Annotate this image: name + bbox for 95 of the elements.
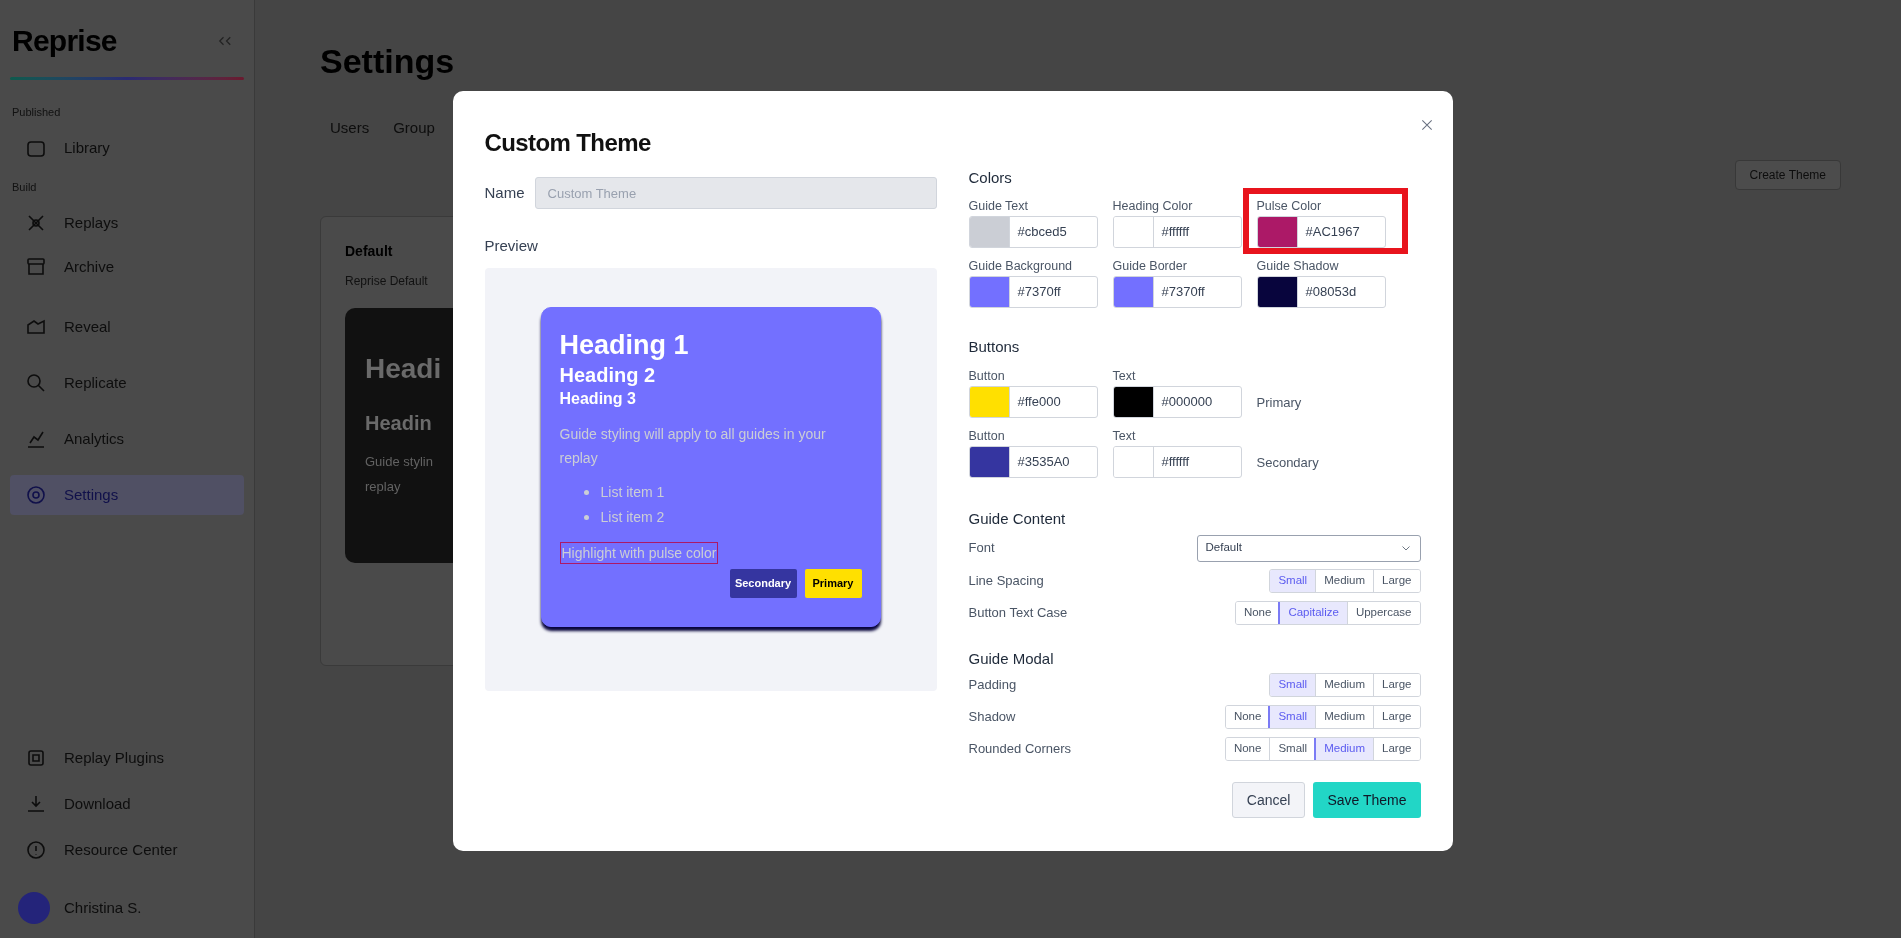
section-heading: Guide Content xyxy=(968,509,1067,529)
avatar xyxy=(18,892,50,924)
option-label: Padding xyxy=(968,676,1017,695)
option-label: Line Spacing xyxy=(968,571,1044,590)
list-item: List item 2 xyxy=(600,507,665,527)
field-label: Guide Background xyxy=(968,257,1074,274)
preview-heading: Headin xyxy=(365,410,432,436)
section-heading: Guide Modal xyxy=(968,648,1055,669)
bullet xyxy=(583,489,589,495)
field-label: Text xyxy=(1112,368,1137,384)
segment-option[interactable]: Medium xyxy=(1315,738,1374,760)
color-field[interactable]: #ffffff xyxy=(1112,446,1242,478)
option-label: Shadow xyxy=(968,708,1016,727)
segment-option[interactable]: Small xyxy=(1270,569,1316,592)
color-field[interactable]: #08053d xyxy=(1256,275,1386,308)
dropdown-value: Default xyxy=(1205,540,1242,556)
preview-heading: Headi xyxy=(365,351,442,386)
color-swatch[interactable] xyxy=(1113,276,1154,307)
color-swatch[interactable] xyxy=(1113,216,1154,247)
field-label: Button xyxy=(968,428,1006,444)
highlighted-text: Highlight with pulse color xyxy=(559,541,719,564)
segment-option[interactable]: Large xyxy=(1373,706,1420,728)
color-field[interactable]: #7370ff xyxy=(968,275,1098,308)
color-value: #ffe000 xyxy=(1016,393,1061,412)
settings-icon xyxy=(24,483,48,507)
color-value: #7370ff xyxy=(1016,282,1061,301)
guide-heading: Heading 2 xyxy=(559,362,657,388)
section-heading: Published xyxy=(11,105,62,120)
color-field[interactable]: #cbced5 xyxy=(968,215,1098,248)
color-field[interactable]: #AC1967 xyxy=(1256,215,1386,248)
color-swatch[interactable] xyxy=(969,276,1010,307)
option-label: Rounded Corners xyxy=(968,740,1072,759)
guide-heading: Heading 3 xyxy=(559,388,637,409)
color-swatch[interactable] xyxy=(1113,387,1154,417)
name-field[interactable]: Custom Theme xyxy=(534,177,937,209)
section-heading: Colors xyxy=(968,168,1013,188)
field-label: Pulse Color xyxy=(1256,197,1323,214)
color-swatch[interactable] xyxy=(1257,216,1298,247)
theme-name: Default xyxy=(345,241,393,261)
page-title: Settings xyxy=(320,41,455,82)
dialog-title: Custom Theme xyxy=(484,128,652,158)
color-field[interactable]: #000000 xyxy=(1112,386,1242,418)
row-caption: Secondary xyxy=(1256,453,1319,472)
list-item: List item 1 xyxy=(600,482,665,502)
color-swatch[interactable] xyxy=(969,216,1010,247)
field-label: Guide Text xyxy=(968,197,1030,214)
section-label: Preview xyxy=(484,236,539,256)
color-field[interactable]: #ffe000 xyxy=(968,386,1098,418)
guide-heading: Heading 1 xyxy=(559,328,690,362)
segment-option[interactable]: Small xyxy=(1270,674,1316,696)
field-label: Guide Shadow xyxy=(1256,257,1340,274)
cancel-button[interactable]: Cancel xyxy=(1231,782,1306,818)
font-dropdown[interactable]: Default xyxy=(1196,534,1421,562)
color-swatch[interactable] xyxy=(969,447,1010,477)
guide-button[interactable]: Primary xyxy=(804,568,862,598)
segment-option[interactable]: Large xyxy=(1373,569,1420,592)
section-heading: Build xyxy=(11,179,38,195)
guide-button[interactable]: Secondary xyxy=(729,568,797,598)
segment-option[interactable]: Capitalize xyxy=(1279,601,1347,624)
save-button[interactable]: Save Theme xyxy=(1313,782,1421,818)
guide-text: Guide styling will apply to all guides in your replay xyxy=(559,424,827,468)
field-label: Guide Border xyxy=(1112,257,1188,274)
color-swatch[interactable] xyxy=(1257,276,1298,307)
option-label: Button Text Case xyxy=(968,603,1068,622)
preview-text: replay xyxy=(365,478,401,496)
color-value: #ffffff xyxy=(1160,453,1190,472)
segment-option[interactable]: Large xyxy=(1373,674,1420,696)
segment-option[interactable]: Uppercase xyxy=(1346,601,1420,624)
segment-option[interactable]: Large xyxy=(1373,738,1420,760)
color-value: #000000 xyxy=(1160,393,1213,412)
user-name: Christina S. xyxy=(64,897,142,918)
field-label: Text xyxy=(1112,428,1137,444)
preview-text: Guide stylin xyxy=(365,452,433,471)
color-value: #AC1967 xyxy=(1304,222,1360,241)
field-label: Button xyxy=(968,368,1006,384)
bullet xyxy=(583,514,589,520)
color-value: #ffffff xyxy=(1160,222,1190,241)
color-field[interactable]: #3535A0 xyxy=(968,446,1098,478)
section-heading: Buttons xyxy=(968,336,1021,357)
color-swatch[interactable] xyxy=(1113,447,1154,477)
color-field[interactable]: #7370ff xyxy=(1112,275,1242,308)
row-caption: Primary xyxy=(1256,393,1302,412)
color-value: #3535A0 xyxy=(1016,453,1070,472)
color-field[interactable]: #ffffff xyxy=(1112,215,1242,248)
option-label: Font xyxy=(968,539,995,558)
theme-subtitle: Reprise Default xyxy=(345,272,428,290)
color-value: #7370ff xyxy=(1160,282,1205,301)
logo: Reprise xyxy=(12,23,117,59)
segment-option[interactable]: Small xyxy=(1269,706,1316,728)
info-icon xyxy=(24,838,48,862)
field-label: Name xyxy=(484,182,525,203)
color-value: #cbced5 xyxy=(1016,222,1067,241)
color-swatch[interactable] xyxy=(969,387,1010,417)
color-value: #08053d xyxy=(1304,282,1357,301)
field-label: Heading Color xyxy=(1112,197,1194,214)
